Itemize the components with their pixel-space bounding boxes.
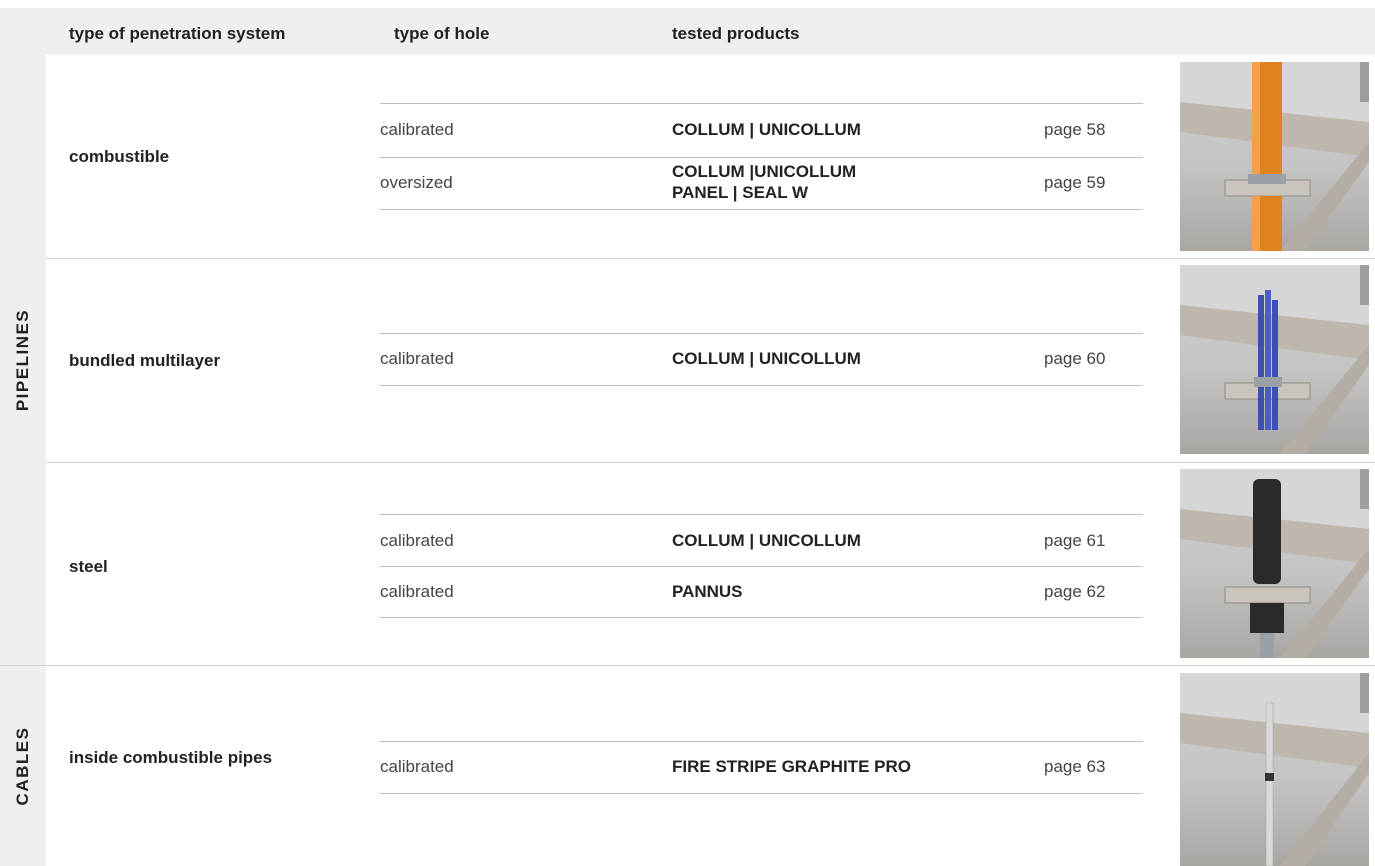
penetration-photo-steel bbox=[1180, 469, 1369, 658]
product-name: COLLUM | UNICOLLUM bbox=[672, 120, 861, 139]
page-reference[interactable]: page 61 bbox=[1044, 531, 1105, 551]
row-divider bbox=[380, 209, 1143, 210]
row-divider bbox=[380, 741, 1143, 742]
page-reference[interactable]: page 63 bbox=[1044, 757, 1105, 777]
hole-type: oversized bbox=[380, 173, 453, 192]
row-divider bbox=[380, 514, 1143, 515]
row-divider bbox=[380, 157, 1143, 158]
section-divider bbox=[46, 462, 1375, 463]
product-name: PANNUS bbox=[672, 582, 743, 601]
header-system: type of penetration system bbox=[69, 24, 286, 43]
header-products: tested products bbox=[672, 24, 800, 43]
system-name: inside combustible pipes bbox=[69, 748, 273, 767]
page-reference[interactable]: page 60 bbox=[1044, 349, 1105, 369]
category-cables: CABLES bbox=[0, 666, 46, 866]
product-name: COLLUM | UNICOLLUM bbox=[672, 349, 861, 368]
hole-type: calibrated bbox=[380, 531, 454, 550]
penetration-photo-bundled-multilayer bbox=[1180, 265, 1369, 454]
hole-type: calibrated bbox=[380, 120, 454, 139]
category-label: CABLES bbox=[13, 726, 32, 806]
penetration-photo-combustible bbox=[1180, 62, 1369, 251]
row-divider bbox=[380, 793, 1143, 794]
penetration-photo-cables bbox=[1180, 673, 1369, 866]
hole-type: calibrated bbox=[380, 582, 454, 601]
product-name: FIRE STRIPE GRAPHITE PRO bbox=[672, 757, 911, 776]
page-reference[interactable]: page 58 bbox=[1044, 120, 1105, 140]
system-name: steel bbox=[69, 557, 108, 576]
product-name: COLLUM |UNICOLLUM bbox=[672, 162, 857, 181]
row-divider bbox=[380, 566, 1143, 567]
system-name: bundled multilayer bbox=[69, 351, 221, 370]
category-label: PIPELINES bbox=[13, 308, 32, 412]
header-hole: type of hole bbox=[394, 24, 490, 43]
category-pipelines: PIPELINES bbox=[0, 55, 46, 665]
hole-type: calibrated bbox=[380, 757, 454, 776]
product-name: COLLUM | UNICOLLUM bbox=[672, 531, 861, 550]
row-divider bbox=[380, 617, 1143, 618]
section-divider bbox=[0, 665, 1375, 666]
page-reference[interactable]: page 59 bbox=[1044, 173, 1105, 193]
page-reference[interactable]: page 62 bbox=[1044, 582, 1105, 602]
product-name: PANEL | SEAL W bbox=[672, 183, 809, 202]
row-divider bbox=[380, 385, 1143, 386]
row-divider bbox=[380, 333, 1143, 334]
row-divider bbox=[380, 103, 1143, 104]
section-divider bbox=[46, 258, 1375, 259]
hole-type: calibrated bbox=[380, 349, 454, 368]
system-name: combustible bbox=[69, 147, 170, 166]
